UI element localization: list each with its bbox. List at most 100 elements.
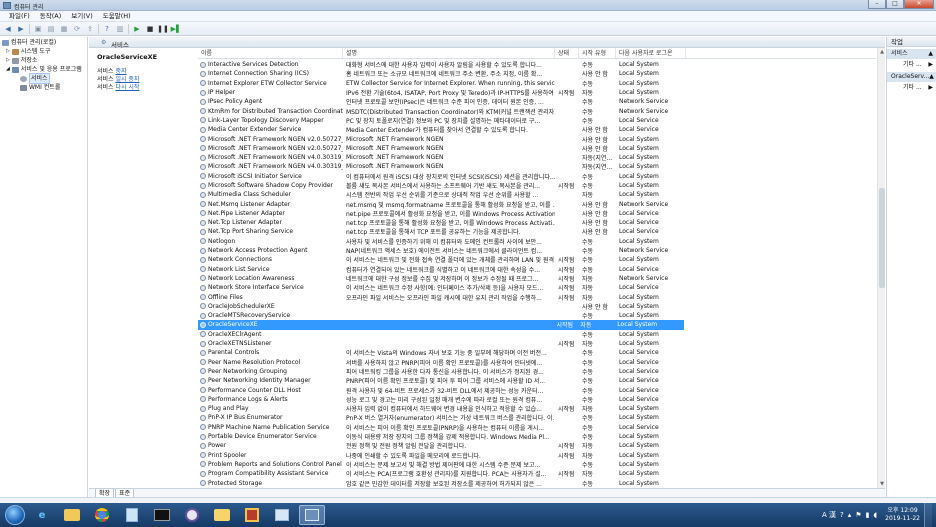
flag-icon[interactable]: ⚑ xyxy=(855,511,861,519)
sql-tool-icon[interactable] xyxy=(239,505,265,525)
table-row[interactable]: Peer Name Resolution Protocol 서버를 사용하지 않고… xyxy=(198,358,876,367)
up-folder-icon[interactable]: ▣ xyxy=(33,24,43,33)
tree-item-computer-management[interactable]: 컴퓨터 관리(로컬) xyxy=(0,38,87,47)
close-button[interactable]: ✕ xyxy=(904,0,934,9)
table-row[interactable]: Internet Explorer ETW Collector Service E… xyxy=(198,79,876,88)
table-row[interactable]: Network Connections 이 서비스는 네트워크 및 전화 접속 연… xyxy=(198,255,876,264)
show-hide-tree-icon[interactable]: ▤ xyxy=(46,24,56,33)
window-title-bar[interactable]: 컴퓨터 관리 – □ ✕ xyxy=(0,0,936,11)
actions-section-services[interactable]: 서비스 ▲ xyxy=(887,49,936,59)
table-row[interactable]: IP Helper IPv6 전환 기술(6to4, ISATAP, Port P… xyxy=(198,88,876,97)
table-row[interactable]: Link-Layer Topology Discovery Mapper PC 및… xyxy=(198,116,876,125)
table-row[interactable]: Print Spooler 나중에 인쇄할 수 있도록 파일을 메모리에 로드합니… xyxy=(198,450,876,460)
table-row[interactable]: Net.Pipe Listener Adapter net.pipe 프로토콜에서… xyxy=(198,209,876,218)
scrollbar-thumb[interactable] xyxy=(879,188,885,288)
table-row[interactable]: Plug and Play 사용자 입력 없이 컴퓨터에서 하드웨어 변경 내용을… xyxy=(198,404,876,413)
table-row[interactable]: Peer Networking Grouping 피어 네트워킹 그룹을 사용한 … xyxy=(198,367,876,376)
console-icon[interactable]: ▥ xyxy=(115,24,125,33)
table-row[interactable]: Program Compatibility Assistant Service 이… xyxy=(198,469,876,478)
table-row[interactable]: Multimedia Class Scheduler 시스템 전반의 작업 우선 … xyxy=(198,190,876,199)
table-row[interactable]: Network List Service 컴퓨터가 연결되어 있는 네트워크를 식… xyxy=(198,265,876,274)
back-icon[interactable]: ◀ xyxy=(3,24,13,33)
table-row[interactable]: Peer Networking Identity Manager PNRP(피어 … xyxy=(198,376,876,385)
table-row[interactable]: Microsoft .NET Framework NGEN v2.0.50727… xyxy=(198,144,876,153)
properties-icon[interactable]: ▦ xyxy=(59,24,69,33)
table-row[interactable]: Netlogon 사용자 및 서비스를 인증하기 위해 이 컴퓨터와 도메인 컨트… xyxy=(198,237,876,246)
volume-icon[interactable]: ◖ xyxy=(873,511,877,519)
tray-expand-icon[interactable]: ▴ xyxy=(848,511,852,519)
restart-service-link[interactable]: 다시 시작 xyxy=(115,84,139,91)
paint-icon[interactable] xyxy=(269,505,295,525)
explorer-folder-icon[interactable] xyxy=(59,505,85,525)
table-row[interactable]: Microsoft .NET Framework NGEN v4.0.30319… xyxy=(198,153,876,162)
table-row[interactable]: Microsoft .NET Framework NGEN v4.0.30319… xyxy=(198,162,876,171)
tree-item-wmi-control[interactable]: WMI 컨트롤 xyxy=(0,83,87,92)
stop-service-link[interactable]: 중지 xyxy=(115,68,126,75)
table-row[interactable]: OracleXETNSListener 시작됨 자동 Local System xyxy=(198,339,876,348)
refresh-icon[interactable]: ⟳ xyxy=(72,24,82,33)
more-actions-services[interactable]: 기타 ... ▶ xyxy=(887,59,936,70)
scroll-down-icon[interactable]: ▼ xyxy=(879,481,885,487)
restart-service-icon[interactable]: ▶▌ xyxy=(171,24,182,33)
start-service-icon[interactable]: ▶ xyxy=(132,24,142,33)
clock[interactable]: 오후 12:09 2019-11-22 xyxy=(885,507,920,523)
notepad-icon[interactable] xyxy=(119,505,145,525)
network-icon[interactable]: ▮ xyxy=(866,511,870,519)
table-row[interactable]: Network Store Interface Service 이 서비스는 네트… xyxy=(198,283,876,292)
table-row[interactable]: IPsec Policy Agent 인터넷 프로토콜 보안(IPsec)은 네트… xyxy=(198,97,876,106)
table-row[interactable]: KtmRm for Distributed Transaction Coordi… xyxy=(198,106,876,116)
pause-service-icon[interactable]: ❚❚ xyxy=(157,24,169,33)
table-row[interactable]: Net.Tcp Port Sharing Service net.tcp 프로토콜… xyxy=(198,227,876,236)
table-row[interactable]: Microsoft Software Shadow Copy Provider 볼… xyxy=(198,181,876,190)
table-row[interactable]: OracleJobSchedulerXE 사용 안 함 Local System xyxy=(198,302,876,311)
computer-management-taskbar-button[interactable] xyxy=(299,505,325,525)
expand-arrow-icon[interactable]: ▷ xyxy=(6,56,10,65)
column-header-status[interactable]: 상태 xyxy=(555,48,579,58)
table-row[interactable]: Net.Msmq Listener Adapter net.msmq 및 msmq… xyxy=(198,199,876,209)
forward-icon[interactable]: ▶ xyxy=(16,24,26,33)
table-row[interactable]: Performance Logs & Alerts 성능 로그 및 경고는 미리 … xyxy=(198,395,876,404)
table-row[interactable]: Internet Connection Sharing (ICS) 홈 네트워크 … xyxy=(198,69,876,78)
expand-arrow-icon[interactable]: ▷ xyxy=(6,47,10,56)
menu-action[interactable]: 동작(A) xyxy=(35,11,66,21)
table-row[interactable]: Network Location Awareness 네트워크에 대한 구성 정보… xyxy=(198,274,876,283)
tree-item-services[interactable]: 서비스 xyxy=(0,73,87,84)
tree-item-system-tools[interactable]: ▷ 시스템 도구 xyxy=(0,47,87,56)
menu-help[interactable]: 도움말(H) xyxy=(98,11,136,21)
table-row[interactable]: Microsoft .NET Framework NGEN v2.0.50727… xyxy=(198,134,876,144)
table-row[interactable]: Offline Files 오프라인 파일 서비스는 오프라인 파일 캐시에 대한… xyxy=(198,292,876,302)
table-row[interactable]: Interactive Services Detection 대화형 서비스에 대… xyxy=(198,60,876,69)
table-row[interactable]: Microsoft iSCSI Initiator Service 이 컴퓨터에서… xyxy=(198,172,876,181)
table-row[interactable]: Power 전원 정책 및 전원 정책 알림 전달을 관리합니다. 시작됨 자동 Loc… xyxy=(198,441,876,450)
table-row[interactable]: Problem Reports and Solutions Control Pa… xyxy=(198,460,876,469)
ime-indicator[interactable]: A 漢 xyxy=(822,510,836,520)
menu-view[interactable]: 보기(V) xyxy=(66,11,97,21)
table-row[interactable]: PnP-X IP Bus Enumerator PnP-X 버스 열거자(enum… xyxy=(198,413,876,422)
table-row[interactable]: OracleServiceXE 시작됨 자동 Local System xyxy=(198,320,684,330)
minimize-button[interactable]: – xyxy=(868,0,886,9)
table-row[interactable]: Network Access Protection Agent NAP(네트워크 … xyxy=(198,246,876,255)
collapse-arrow-icon[interactable]: ◢ xyxy=(6,65,10,74)
table-row[interactable]: Parental Controls 이 서비스는 Vista의 Windows 자… xyxy=(198,348,876,357)
cmd-icon[interactable] xyxy=(149,505,175,525)
help-icon[interactable]: ? xyxy=(102,24,112,33)
table-row[interactable]: PNRP Machine Name Publication Service 이 서… xyxy=(198,423,876,432)
start-button[interactable] xyxy=(5,505,25,525)
more-actions-selected-service[interactable]: 기타 ... ▶ xyxy=(887,82,936,93)
table-row[interactable]: Portable Device Enumerator Service 이동식 대용… xyxy=(198,432,876,441)
column-header-logon-as[interactable]: 다음 사용자로 로그온 xyxy=(616,48,686,58)
export-list-icon[interactable]: ⇪ xyxy=(85,24,95,33)
chrome-icon[interactable] xyxy=(89,505,115,525)
collapse-up-icon[interactable]: ▲ xyxy=(928,49,933,59)
pause-service-link[interactable]: 일시 중지 xyxy=(115,76,139,83)
column-header-startup-type[interactable]: 시작 유형 xyxy=(579,48,616,58)
scroll-up-icon[interactable]: ▲ xyxy=(879,49,885,55)
table-row[interactable]: Media Center Extender Service Media Cente… xyxy=(198,125,876,134)
media-icon[interactable] xyxy=(179,505,205,525)
help-icon[interactable]: ? xyxy=(840,511,844,519)
collapse-up-icon[interactable]: ▲ xyxy=(929,72,934,82)
table-row[interactable]: Protected Storage 암호 같은 민감한 데이터를 저장할 보호된 … xyxy=(198,478,876,488)
column-header-description[interactable]: 설명 xyxy=(343,48,555,58)
tree-item-storage[interactable]: ▷ 저장소 xyxy=(0,56,87,65)
menu-file[interactable]: 파일(F) xyxy=(4,11,35,21)
